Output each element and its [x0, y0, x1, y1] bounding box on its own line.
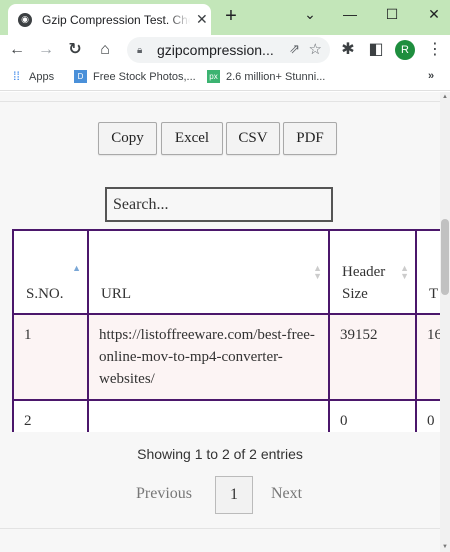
- browser-tab[interactable]: ◉ Gzip Compression Test. Check ✕: [8, 4, 211, 35]
- pdf-button[interactable]: PDF: [283, 122, 337, 155]
- results-table: S.NO. ▲ URL ▲▼ Header Size ▲▼ T S: [12, 229, 440, 432]
- cell-url: [87, 399, 330, 432]
- profile-avatar[interactable]: R: [395, 40, 415, 60]
- tab-close-icon[interactable]: ✕: [196, 11, 208, 28]
- address-bar[interactable]: 🔒︎ gzipcompression... ⇗ ☆: [127, 37, 330, 63]
- copy-button[interactable]: Copy: [98, 122, 157, 155]
- cell-truncated: 16: [415, 313, 440, 401]
- column-header-header-size[interactable]: Header Size ▲ ▼: [328, 229, 417, 315]
- bookmark-label: 2.6 million+ Stunni...: [226, 70, 326, 83]
- cell-header-size: 0: [328, 399, 417, 432]
- excel-button[interactable]: Excel: [161, 122, 223, 155]
- results-table-container: S.NO. ▲ URL ▲▼ Header Size ▲▼ T S: [12, 229, 440, 432]
- header-label: T S: [429, 286, 440, 302]
- globe-favicon-icon: ◉: [18, 12, 32, 27]
- side-panel-icon[interactable]: ◧: [365, 39, 387, 61]
- lock-icon: 🔒︎: [137, 44, 143, 56]
- column-header-truncated[interactable]: T S: [415, 229, 440, 315]
- table-header-row: S.NO. ▲ URL ▲▼ Header Size ▲▼ T S: [12, 229, 440, 315]
- table-info-text: Showing 1 to 2 of 2 entries: [137, 446, 303, 462]
- csv-button[interactable]: CSV: [226, 122, 280, 155]
- divider: [0, 528, 440, 529]
- bookmark-label: Apps: [29, 70, 55, 83]
- table-row: 1 https://listoffreeware.com/best-free-o…: [12, 313, 440, 401]
- current-page-button[interactable]: 1: [215, 476, 253, 514]
- cell-url: https://listoffreeware.com/best-free-onl…: [87, 313, 330, 401]
- extensions-puzzle-icon[interactable]: ✱: [337, 39, 359, 61]
- back-arrow-icon[interactable]: ←: [6, 39, 28, 61]
- px-icon: px: [207, 70, 220, 83]
- address-text: gzipcompression...: [157, 42, 274, 58]
- browser-toolbar: ← → ↻ ⌂ 🔒︎ gzipcompression... ⇗ ☆ ✱ ◧ R …: [0, 35, 450, 65]
- search-input[interactable]: [105, 187, 333, 222]
- scroll-down-arrow-icon[interactable]: ▼: [442, 544, 448, 550]
- header-label: Header Size: [342, 264, 386, 302]
- bookmark-label: Free Stock Photos,...: [93, 70, 196, 83]
- previous-page-button[interactable]: Previous: [136, 485, 192, 503]
- scrollbar-thumb[interactable]: [441, 219, 449, 295]
- vertical-scrollbar[interactable]: ▲ ▼: [440, 92, 450, 552]
- tab-strip: ◉ Gzip Compression Test. Check ✕ + ⌄ — ☐…: [0, 0, 450, 35]
- scroll-up-arrow-icon[interactable]: ▲: [442, 94, 448, 100]
- minimize-button[interactable]: —: [330, 0, 370, 30]
- column-header-url[interactable]: URL ▲ ▼: [87, 229, 330, 315]
- sort-both-icon: ▲ ▼: [400, 263, 409, 281]
- tab-title: Gzip Compression Test. Check: [42, 12, 190, 27]
- header-label: S.NO.: [26, 286, 64, 302]
- home-icon[interactable]: ⌂: [94, 39, 116, 61]
- bookmark-d-icon: D: [74, 70, 87, 83]
- bookmarks-overflow-button[interactable]: »: [428, 70, 434, 82]
- close-window-button[interactable]: ✕: [414, 0, 450, 30]
- bookmarks-bar: ⁞⁞ Apps D Free Stock Photos,... px 2.6 m…: [0, 65, 450, 91]
- next-page-button[interactable]: Next: [271, 485, 302, 503]
- bookmark-star-icon[interactable]: ☆: [309, 40, 322, 58]
- cell-sno: 1: [12, 313, 89, 401]
- apps-grid-icon: ⁞⁞: [10, 70, 23, 83]
- tab-search-chevron-icon[interactable]: ⌄: [290, 0, 330, 30]
- reload-icon[interactable]: ↻: [64, 39, 86, 61]
- bookmark-stunning-photos[interactable]: px 2.6 million+ Stunni...: [207, 70, 325, 83]
- sort-ascending-icon: ▲: [72, 263, 81, 273]
- new-tab-button[interactable]: +: [220, 6, 242, 28]
- cell-truncated: 0: [415, 399, 440, 432]
- share-icon[interactable]: ⇗: [289, 41, 300, 57]
- sort-both-icon: ▲ ▼: [313, 263, 322, 281]
- header-label: URL: [101, 286, 131, 302]
- cell-sno: 2: [12, 399, 89, 432]
- menu-kebab-icon[interactable]: ⋮: [424, 39, 446, 61]
- maximize-button[interactable]: ☐: [372, 0, 412, 30]
- cell-header-size: 39152: [328, 313, 417, 401]
- page-viewport: Copy Excel CSV PDF S.NO. ▲ URL ▲▼: [0, 92, 450, 552]
- table-row: 2 0 0: [12, 399, 440, 432]
- divider: [0, 101, 440, 102]
- column-header-sno[interactable]: S.NO. ▲: [12, 229, 89, 315]
- bookmark-free-stock-photos[interactable]: D Free Stock Photos,...: [74, 70, 196, 83]
- bookmark-apps[interactable]: ⁞⁞ Apps: [10, 70, 54, 83]
- forward-arrow-icon[interactable]: →: [35, 39, 57, 61]
- pagination: Previous 1 Next: [0, 476, 440, 514]
